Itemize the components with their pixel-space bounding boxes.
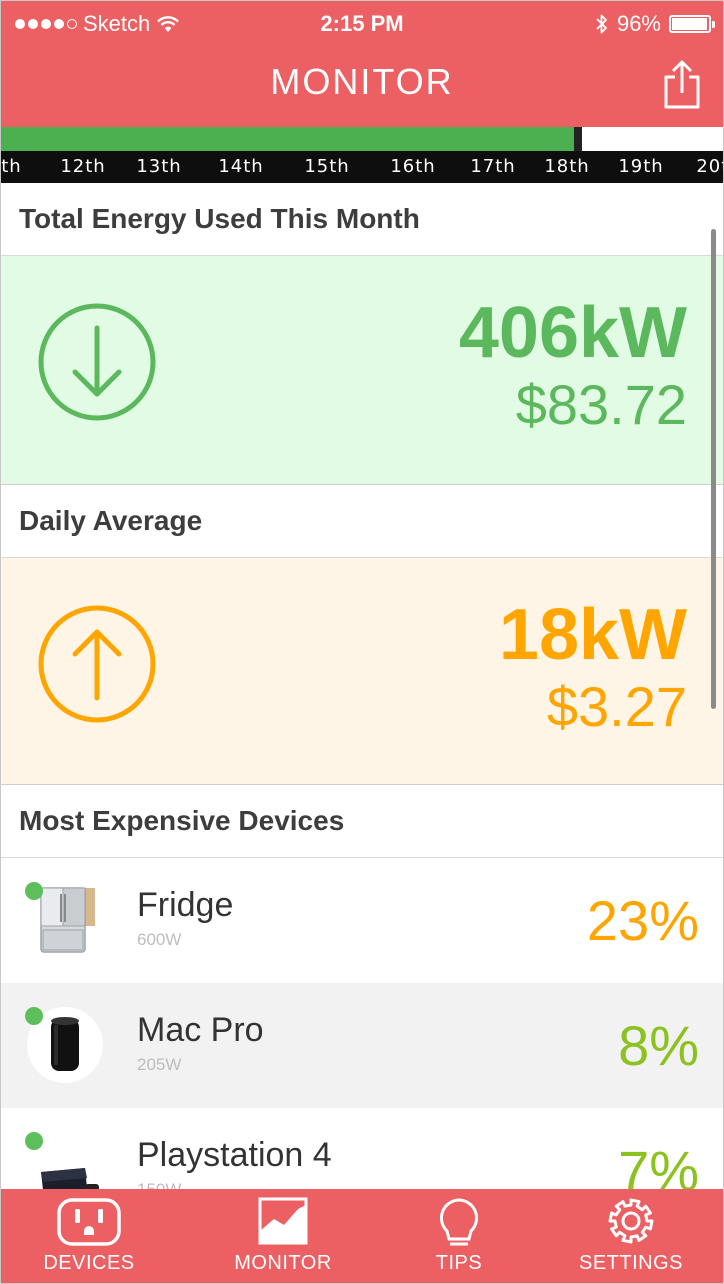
lightbulb-icon xyxy=(439,1198,479,1246)
daily-cost: $3.27 xyxy=(546,675,687,738)
gear-icon xyxy=(608,1198,654,1244)
date-label[interactable]: 17th xyxy=(470,156,515,177)
online-status-dot xyxy=(25,1007,43,1025)
month-progress-bar xyxy=(1,127,723,151)
tab-label: DEVICES xyxy=(43,1252,135,1274)
tab-settings[interactable]: SETTINGS xyxy=(541,1189,721,1283)
tab-devices[interactable]: DEVICES xyxy=(1,1189,179,1283)
device-name: Mac Pro xyxy=(137,1011,264,1049)
arrow-down-circle-icon xyxy=(38,303,156,421)
date-label[interactable]: 15th xyxy=(304,156,349,177)
devices-title: Most Expensive Devices xyxy=(19,805,345,836)
outlet-icon xyxy=(57,1198,121,1246)
total-energy-header: Total Energy Used This Month xyxy=(1,183,723,256)
date-label[interactable]: 13th xyxy=(136,156,181,177)
total-kw: 406kW xyxy=(458,293,687,373)
device-percent: 23% xyxy=(586,889,699,952)
date-label[interactable]: 11th xyxy=(1,156,22,177)
online-status-dot xyxy=(25,1132,43,1150)
tab-label: SETTINGS xyxy=(578,1252,683,1274)
bluetooth-icon xyxy=(596,14,607,34)
date-label[interactable]: 19th xyxy=(618,156,663,177)
daily-kw: 18kW xyxy=(498,595,687,675)
scroll-indicator[interactable] xyxy=(711,229,716,709)
date-label[interactable]: 12th xyxy=(60,156,105,177)
device-name: Fridge xyxy=(137,886,234,924)
arrow-up-circle-icon xyxy=(38,605,156,723)
share-icon[interactable] xyxy=(659,59,705,111)
chart-icon xyxy=(258,1197,308,1245)
tab-monitor[interactable]: MONITOR xyxy=(193,1189,373,1283)
date-label[interactable]: 20th xyxy=(696,156,723,177)
date-label[interactable]: 16th xyxy=(390,156,435,177)
device-percent: 8% xyxy=(618,1014,699,1077)
daily-average-header: Daily Average xyxy=(1,485,723,558)
page-title: MONITOR xyxy=(270,61,454,102)
device-row-fridge[interactable]: Fridge 600W 23% xyxy=(1,858,723,983)
device-row-mac-pro[interactable]: Mac Pro 205W 8% xyxy=(1,983,723,1108)
status-bar: Sketch 2:15 PM 96% xyxy=(1,1,723,47)
tab-label: MONITOR xyxy=(234,1252,332,1274)
battery-percent: 96% xyxy=(616,11,661,36)
device-watts: 205W xyxy=(137,1055,182,1074)
daily-average-panel: 18kW $3.27 xyxy=(1,558,723,785)
date-label[interactable]: 18th xyxy=(544,156,589,177)
total-cost: $83.72 xyxy=(515,373,687,436)
tab-label: TIPS xyxy=(435,1252,483,1274)
progress-fill xyxy=(1,127,574,151)
date-timeline[interactable]: 11th 12th 13th 14th 15th 16th 17th 18th 19th 20th xyxy=(1,151,723,183)
device-watts: 600W xyxy=(137,930,182,949)
device-name: Playstation 4 xyxy=(137,1136,332,1174)
progress-marker xyxy=(574,127,582,151)
app-frame: Sketch 2:15 PM 96% MONITOR 11th12t xyxy=(0,0,724,1284)
tab-bar: DEVICES MONITOR TIPS SETTINGS xyxy=(1,1189,723,1283)
daily-average-title: Daily Average xyxy=(19,505,203,536)
total-energy-title: Total Energy Used This Month xyxy=(19,203,420,234)
total-energy-panel: 406kW $83.72 xyxy=(1,256,723,485)
battery-icon xyxy=(669,15,715,33)
online-status-dot xyxy=(25,882,43,900)
navigation-bar: MONITOR xyxy=(1,47,723,127)
tab-tips[interactable]: TIPS xyxy=(369,1189,549,1283)
status-right: 96% xyxy=(595,11,715,37)
date-label[interactable]: 14th xyxy=(218,156,263,177)
devices-header: Most Expensive Devices xyxy=(1,785,723,858)
